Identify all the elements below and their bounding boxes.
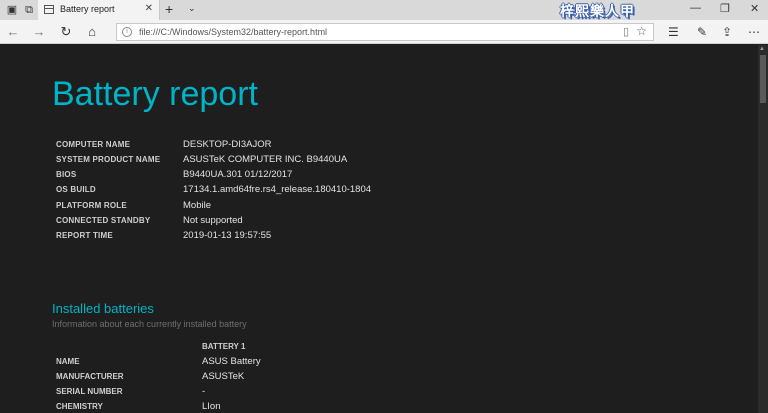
tab-preview-icon[interactable]: ⧉ — [22, 3, 36, 17]
new-tab-button[interactable]: + — [165, 1, 173, 17]
info-value: 2019-01-13 19:57:55 — [183, 230, 272, 241]
info-icon[interactable]: i — [122, 27, 132, 37]
battery-column-header: BATTERY 1 — [202, 342, 246, 351]
info-value: B9440UA.301 01/12/2017 — [183, 169, 293, 180]
favorites-hub-icon[interactable]: ☰ — [668, 24, 679, 40]
minimize-button[interactable]: — — [690, 2, 701, 14]
info-value: DESKTOP-DI3AJOR — [183, 139, 272, 150]
chevron-down-icon[interactable]: ⌄ — [188, 3, 196, 14]
scroll-thumb[interactable] — [760, 55, 766, 103]
close-tab-icon[interactable]: ✕ — [145, 3, 153, 14]
installed-batteries-heading: Installed batteries — [52, 301, 154, 316]
pen-icon[interactable]: ✎ — [697, 24, 707, 40]
address-bar[interactable]: i file:///C:/Windows/System32/battery-re… — [116, 23, 654, 41]
forward-button[interactable]: → — [30, 23, 48, 41]
page-title: Battery report — [52, 75, 258, 113]
set-tabs-aside-icon[interactable]: ▣ — [5, 3, 19, 17]
tab-battery-report[interactable]: Battery report ✕ — [38, 0, 160, 20]
info-key: SYSTEM PRODUCT NAME — [56, 155, 161, 164]
close-window-button[interactable]: ✕ — [750, 2, 759, 15]
tab-title: Battery report — [60, 4, 115, 14]
vertical-scrollbar[interactable]: ▲ — [758, 45, 768, 413]
info-key: COMPUTER NAME — [56, 140, 131, 149]
navigation-bar: ← → ↻ ⌂ i file:///C:/Windows/System32/ba… — [0, 20, 768, 44]
share-icon[interactable]: ⇪ — [722, 24, 732, 40]
restore-button[interactable]: ❐ — [720, 2, 730, 15]
tab-strip: ▣ ⧉ Battery report ✕ + ⌄ 梓熙樂人甲 — ❐ ✕ — [0, 0, 768, 20]
battery-key: NAME — [56, 357, 80, 366]
more-icon[interactable]: ⋯ — [748, 24, 760, 40]
installed-batteries-subtitle: Information about each currently install… — [52, 319, 247, 329]
info-key: PLATFORM ROLE — [56, 201, 127, 210]
address-text[interactable]: file:///C:/Windows/System32/battery-repo… — [139, 27, 327, 37]
favorites-icon[interactable]: ☆ — [636, 24, 647, 38]
battery-key: CHEMISTRY — [56, 402, 103, 411]
info-key: BIOS — [56, 170, 77, 179]
report-page: Battery report COMPUTER NAME DESKTOP-DI3… — [0, 45, 758, 413]
watermark-logo: 梓熙樂人甲 — [560, 3, 635, 19]
back-button[interactable]: ← — [4, 23, 22, 41]
info-key: REPORT TIME — [56, 231, 113, 240]
info-value: Mobile — [183, 200, 211, 211]
refresh-button[interactable]: ↻ — [57, 23, 75, 41]
info-value: ASUSTeK COMPUTER INC. B9440UA — [183, 154, 348, 165]
home-button[interactable]: ⌂ — [83, 23, 101, 41]
info-key: CONNECTED STANDBY — [56, 216, 151, 225]
info-value: Not supported — [183, 215, 243, 226]
reading-view-icon[interactable]: ▯ — [623, 25, 629, 38]
page-icon — [44, 5, 54, 14]
battery-key: SERIAL NUMBER — [56, 387, 123, 396]
info-value: 17134.1.amd64fre.rs4_release.180410-1804 — [183, 184, 372, 195]
battery-value: LIon — [202, 401, 221, 412]
scroll-up-icon[interactable]: ▲ — [759, 46, 765, 52]
battery-value: ASUS Battery — [202, 356, 261, 367]
battery-key: MANUFACTURER — [56, 372, 124, 381]
info-key: OS BUILD — [56, 185, 96, 194]
battery-value: ASUSTeK — [202, 371, 245, 382]
battery-value: - — [202, 386, 206, 397]
